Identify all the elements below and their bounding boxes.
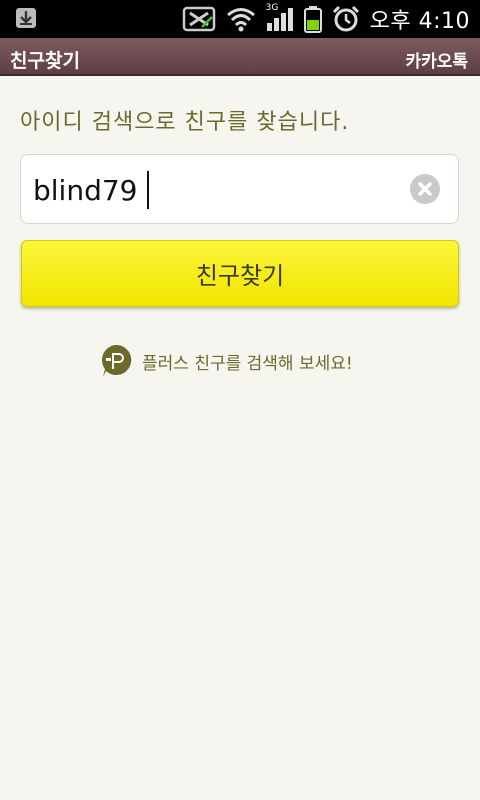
clear-icon[interactable] [410, 174, 440, 204]
title-bar: 친구찾기 카카오톡 [0, 38, 480, 76]
id-search-input[interactable] [33, 169, 403, 211]
plus-friend-icon [100, 344, 132, 378]
instruction-text: 아이디 검색으로 친구를 찾습니다. [20, 110, 350, 135]
status-time: 오후 4:10 [369, 9, 470, 34]
signal-icon: 3G [265, 3, 294, 33]
plus-friend-text: 플러스 친구를 검색해 보세요! [142, 353, 353, 374]
id-search-field[interactable] [20, 154, 459, 224]
battery-icon [303, 5, 322, 33]
no-sim-icon [182, 5, 216, 33]
plus-friend-link[interactable]: 플러스 친구를 검색해 보세요! [100, 344, 353, 378]
alarm-icon [332, 5, 360, 33]
app-name: 카카오톡 [405, 52, 468, 72]
text-caret [147, 171, 149, 209]
find-friend-button[interactable]: 친구찾기 [21, 240, 459, 307]
status-bar: 3G 오후 4:10 [0, 0, 480, 38]
download-icon [14, 6, 38, 34]
network-type-label: 3G [265, 3, 279, 13]
page-title: 친구찾기 [10, 50, 80, 72]
wifi-icon [226, 6, 256, 32]
